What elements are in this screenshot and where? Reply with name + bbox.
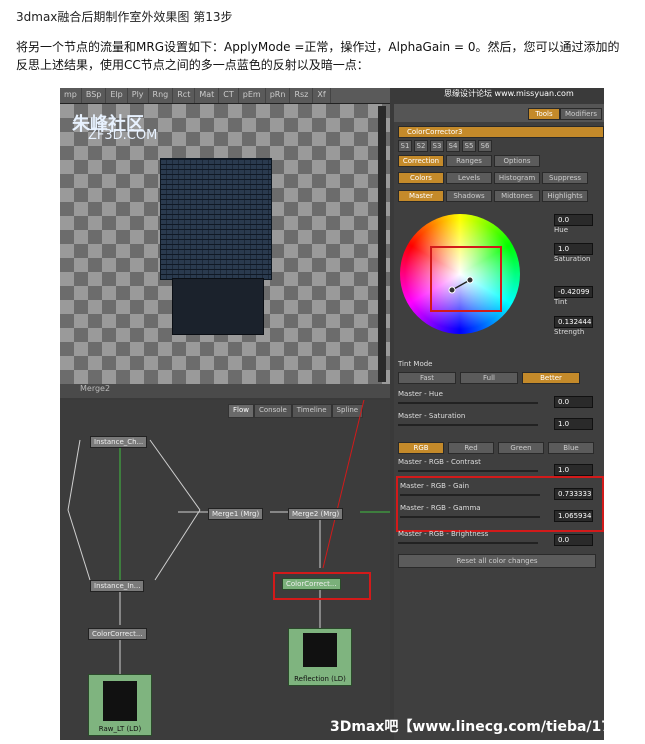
contrast-field[interactable]: 1.0 — [554, 464, 593, 476]
building-base-render — [172, 278, 264, 335]
node-merge2[interactable]: Merge2 (Mrg) — [288, 508, 344, 520]
tool-button[interactable]: mp — [60, 88, 82, 103]
gain-label: Master - RGB - Gain — [400, 482, 470, 490]
tool-button[interactable]: Rng — [149, 88, 174, 103]
gamma-slider[interactable] — [400, 516, 540, 518]
tint-field[interactable]: -0.42099 — [554, 286, 593, 298]
footer-watermark: 3Dmax吧【www.linecg.com/tieba/1771】 — [330, 719, 604, 735]
channel-green[interactable]: Green — [498, 442, 544, 454]
tab-ranges[interactable]: Ranges — [446, 155, 492, 167]
brightness-slider[interactable] — [398, 542, 538, 544]
strength-field[interactable]: 0.132444 — [554, 316, 593, 328]
slot-button[interactable]: S5 — [462, 140, 476, 152]
tab-correction[interactable]: Correction — [398, 155, 444, 167]
node-reflection-label: Reflection (LD) — [294, 675, 346, 683]
gain-slider[interactable] — [400, 494, 540, 496]
tab-options[interactable]: Options — [494, 155, 540, 167]
master-sat-slider[interactable] — [398, 424, 538, 426]
node-reflection[interactable]: Reflection (LD) — [288, 628, 352, 686]
master-sat-label: Master - Saturation — [398, 412, 466, 420]
master-hue-label: Master - Hue — [398, 390, 443, 398]
master-hue-field[interactable]: 0.0 — [554, 396, 593, 408]
tool-toolbar: mp BSp Elp Ply Rng Rct Mat CT pEm pRn Rs… — [60, 88, 390, 104]
tab-highlights[interactable]: Highlights — [542, 190, 588, 202]
tab-master[interactable]: Master — [398, 190, 444, 202]
tool-button[interactable]: Mat — [195, 88, 220, 103]
slot-button[interactable]: S4 — [446, 140, 460, 152]
channel-red[interactable]: Red — [448, 442, 494, 454]
brightness-field[interactable]: 0.0 — [554, 534, 593, 546]
node-colorcorrect-right[interactable]: ColorCorrect... — [282, 578, 341, 590]
main-tabs: Correction Ranges Options — [398, 155, 540, 167]
brightness-label: Master - RGB - Brightness — [398, 530, 489, 538]
channel-blue[interactable]: Blue — [548, 442, 594, 454]
slot-button[interactable]: S2 — [414, 140, 428, 152]
node-instance-ch[interactable]: Instance_Ch... — [90, 436, 148, 448]
gamma-label: Master - RGB - Gamma — [400, 504, 481, 512]
tint-mode-fast[interactable]: Fast — [398, 372, 456, 384]
tab-levels[interactable]: Levels — [446, 172, 492, 184]
reset-colors-button[interactable]: Reset all color changes — [398, 554, 596, 568]
instruction-paragraph: 将另一个节点的流量和MRG设置如下：ApplyMode =正常，操作过，Alph… — [16, 40, 620, 72]
channel-rgb[interactable]: RGB — [398, 442, 444, 454]
master-sat-field[interactable]: 1.0 — [554, 418, 593, 430]
tab-tools[interactable]: Tools — [528, 108, 560, 120]
master-hue-slider[interactable] — [398, 402, 538, 404]
range-tabs: Master Shadows Midtones Highlights — [398, 190, 588, 202]
slot-button[interactable]: S3 — [430, 140, 444, 152]
tint-mode-buttons: Fast Full Better — [398, 372, 580, 384]
tab-histogram[interactable]: Histogram — [494, 172, 540, 184]
node-colorcorrect-left[interactable]: ColorCorrect... — [88, 628, 147, 640]
tab-colors[interactable]: Colors — [398, 172, 444, 184]
tool-button[interactable]: BSp — [82, 88, 107, 103]
tint-mode-full[interactable]: Full — [460, 372, 518, 384]
strength-label: Strength — [554, 328, 585, 336]
tool-button[interactable]: pEm — [239, 88, 266, 103]
tool-button[interactable]: pRn — [266, 88, 291, 103]
node-raw-lt[interactable]: Raw_LT (LD) — [88, 674, 152, 736]
logo-url: ZF3D.COM — [88, 128, 158, 143]
viewer-status-label: Merge2 — [60, 384, 390, 398]
hue-field[interactable]: 0.0 — [554, 214, 593, 226]
node-merge1[interactable]: Merge1 (Mrg) — [208, 508, 264, 520]
saturation-field[interactable]: 1.0 — [554, 243, 593, 255]
node-instance-in[interactable]: Instance_In... — [90, 580, 145, 592]
channel-buttons: RGB Red Green Blue — [398, 442, 594, 454]
tint-label: Tint — [554, 298, 568, 306]
tab-midtones[interactable]: Midtones — [494, 190, 540, 202]
contrast-slider[interactable] — [398, 470, 538, 472]
top-watermark: 思缘设计论坛 www.missyuan.com — [444, 89, 574, 98]
sub-tabs: Colors Levels Histogram Suppress — [398, 172, 588, 184]
tint-mode-label: Tint Mode — [398, 360, 433, 368]
wheel-pointer[interactable] — [430, 246, 498, 308]
tool-button[interactable]: Ply — [128, 88, 149, 103]
contrast-label: Master - RGB - Contrast — [398, 458, 481, 466]
slot-buttons: S1 S2 S3 S4 S5 S6 — [398, 140, 492, 152]
tool-button[interactable]: Rct — [173, 88, 196, 103]
slot-button[interactable]: S1 — [398, 140, 412, 152]
fusion-screenshot: mp BSp Elp Ply Rng Rct Mat CT pEm pRn Rs… — [60, 88, 604, 740]
slot-button[interactable]: S6 — [478, 140, 492, 152]
tab-modifiers[interactable]: Modifiers — [560, 108, 602, 120]
tool-button[interactable]: Elp — [106, 88, 128, 103]
tab-shadows[interactable]: Shadows — [446, 190, 492, 202]
saturation-label: Saturation — [554, 255, 591, 263]
tool-title[interactable]: ColorCorrector3 — [398, 126, 604, 138]
tool-button[interactable]: Rsz — [290, 88, 314, 103]
tint-mode-better[interactable]: Better — [522, 372, 580, 384]
viewer-scrollbar[interactable] — [378, 106, 386, 382]
tool-button[interactable]: CT — [219, 88, 239, 103]
page-title: 3dmax融合后期制作室外效果图 第13步 — [16, 10, 233, 24]
gamma-field[interactable]: 1.065934 — [554, 510, 593, 522]
building-render — [160, 158, 272, 280]
tool-button[interactable]: Xf — [313, 88, 331, 103]
node-raw-lt-label: Raw_LT (LD) — [98, 725, 142, 733]
tab-suppress[interactable]: Suppress — [542, 172, 588, 184]
hue-label: Hue — [554, 226, 569, 234]
gain-field[interactable]: 0.733333 — [554, 488, 593, 500]
